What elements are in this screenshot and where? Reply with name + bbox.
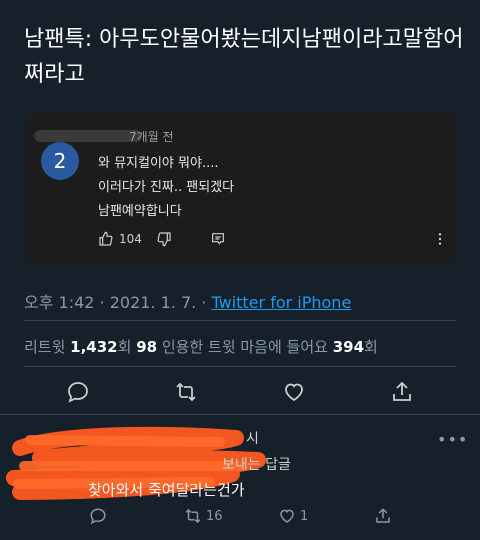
retweet-icon bbox=[176, 382, 196, 402]
comment-dislike bbox=[156, 230, 172, 248]
likes-unit: 회 bbox=[364, 338, 378, 356]
tweet-stats: 리트윗 1,432회 98 인용한 트윗 마음에 들어요 394회 bbox=[24, 336, 378, 357]
quotes-likes-label[interactable]: 인용한 트윗 마음에 들어요 bbox=[157, 338, 333, 356]
more-vertical-icon bbox=[438, 233, 442, 245]
reply-like-button[interactable]: 1 bbox=[278, 506, 308, 526]
comment-line: 이러다가 진짜.. 팬되겠다 bbox=[98, 180, 235, 195]
tweet-actions bbox=[0, 378, 480, 406]
redacted-username bbox=[34, 130, 142, 142]
like-button[interactable] bbox=[280, 378, 308, 406]
thumbs-up-icon bbox=[99, 231, 113, 246]
comment-time: 7개월 전 bbox=[129, 130, 174, 144]
reply-text: 찾아와서 죽여달라는건가 bbox=[88, 481, 245, 499]
tweet-timestamp: 오후 1:42 · 2021. 1. 7. · bbox=[24, 293, 212, 312]
retweet-icon bbox=[185, 508, 201, 524]
source-link[interactable]: Twitter for iPhone bbox=[211, 293, 351, 312]
tweet-meta: 오후 1:42 · 2021. 1. 7. · Twitter for iPho… bbox=[24, 289, 351, 313]
share-icon bbox=[393, 381, 411, 401]
avatar: 2 bbox=[41, 142, 79, 180]
reply-share-button[interactable] bbox=[374, 506, 392, 526]
like-icon bbox=[280, 509, 294, 523]
retweets-unit: 회 bbox=[117, 338, 137, 356]
comment-icon bbox=[212, 233, 224, 245]
reply-like-count: 1 bbox=[300, 508, 309, 524]
reply-icon bbox=[90, 508, 106, 525]
divider bbox=[0, 414, 480, 415]
quotes-count[interactable]: 98 bbox=[136, 338, 157, 356]
comment-reply bbox=[210, 230, 226, 248]
comment-actions: 104 bbox=[98, 230, 448, 248]
retweets-count[interactable]: 1,432 bbox=[70, 338, 117, 356]
retweet-button[interactable] bbox=[172, 378, 200, 406]
likes-count[interactable]: 394 bbox=[333, 338, 364, 356]
reply-button[interactable] bbox=[64, 378, 92, 406]
reply-context: 보내는 답글 bbox=[222, 457, 291, 473]
reply-actions: 16 1 bbox=[0, 506, 480, 526]
divider bbox=[24, 366, 456, 367]
reply-tweet[interactable]: 시 ••• 보내는 답글 찾아와서 죽여달라는건가 16 1 bbox=[0, 416, 480, 540]
share-icon bbox=[376, 508, 390, 523]
share-button[interactable] bbox=[388, 378, 416, 406]
reply-reply-button[interactable] bbox=[89, 506, 107, 526]
comment-line: 와 뮤지컬이야 뭐야.... bbox=[98, 156, 219, 171]
reply-name: 시 bbox=[246, 431, 259, 447]
comment-like-count: 104 bbox=[119, 232, 142, 246]
reply-retweet-count: 16 bbox=[206, 508, 223, 524]
thumbs-down-icon bbox=[157, 232, 171, 247]
tweet-text: 남팬특: 아무도안물어봤는데지남팬이라고말함어쩌라고 bbox=[24, 27, 464, 87]
divider bbox=[24, 320, 456, 321]
reply-retweet-button[interactable]: 16 bbox=[184, 506, 223, 526]
comment-like: 104 bbox=[98, 230, 142, 248]
comment-screenshot: 7개월 전 2 와 뮤지컬이야 뭐야.... 이러다가 진짜.. 팬되겠다 남팬… bbox=[26, 114, 456, 264]
comment-more bbox=[432, 230, 448, 248]
comment-line: 남팬예약합니다 bbox=[98, 204, 182, 219]
more-icon[interactable]: ••• bbox=[437, 430, 468, 449]
like-icon bbox=[285, 383, 303, 402]
reply-icon bbox=[68, 382, 88, 403]
retweets-label[interactable]: 리트윗 bbox=[24, 338, 70, 356]
